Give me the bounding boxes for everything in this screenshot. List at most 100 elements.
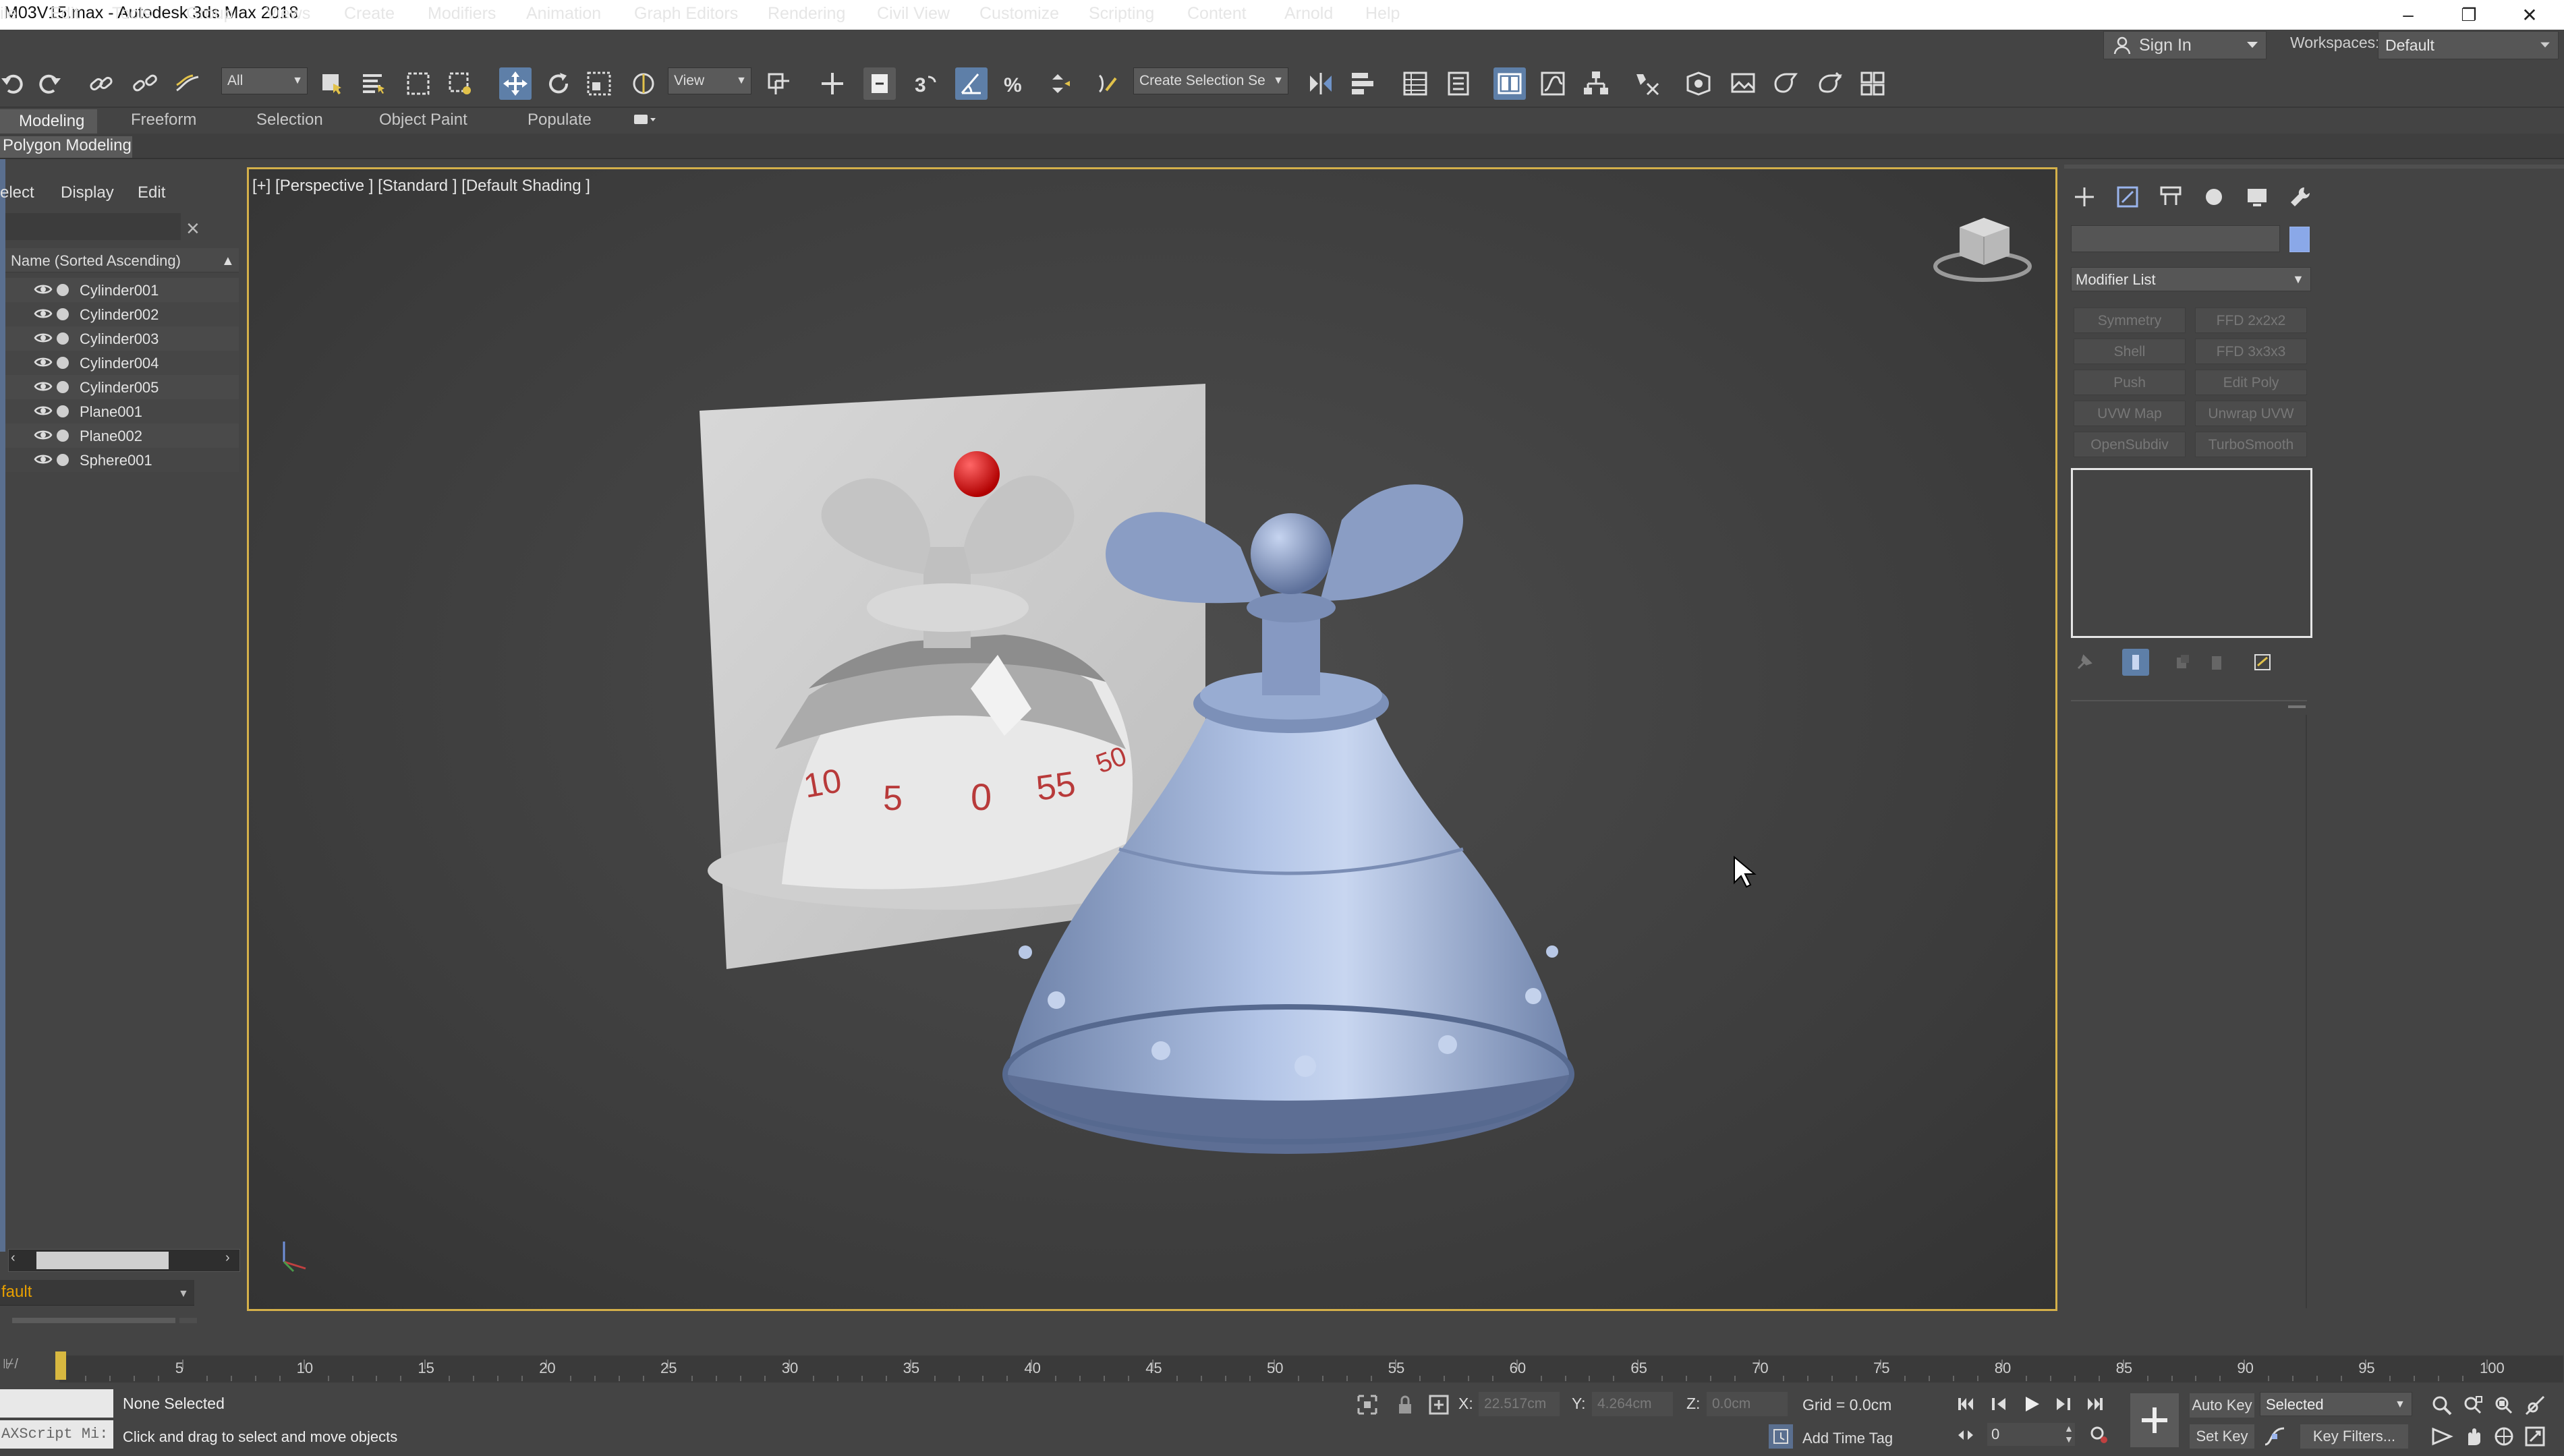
object-name-input[interactable] — [2071, 225, 2280, 252]
next-frame-icon[interactable] — [2051, 1392, 2075, 1416]
orbit-icon[interactable] — [2490, 1423, 2517, 1450]
isolate-selection-icon[interactable] — [1356, 1393, 1380, 1418]
select-object-icon[interactable] — [316, 67, 348, 100]
perspective-viewport[interactable]: 10 5 0 55 50 — [247, 167, 2057, 1311]
tab-selection[interactable]: Selection — [256, 111, 323, 129]
frame-spinner-icon[interactable]: ▲ ▼ — [2064, 1423, 2074, 1445]
restore-button[interactable]: ❐ — [2442, 0, 2496, 30]
list-item[interactable]: Cylinder004 — [5, 351, 239, 375]
list-item[interactable]: Cylinder003 — [5, 326, 239, 351]
selection-lock-icon[interactable] — [1394, 1393, 1418, 1418]
menu-modifiers[interactable]: Modifiers — [428, 4, 496, 24]
modifier-stack[interactable] — [2071, 468, 2312, 638]
key-mode-dropdown[interactable]: Selected — [2260, 1392, 2412, 1416]
mini-curve-editor-icon[interactable]: ⊮/ — [3, 1356, 43, 1382]
viewcube-icon[interactable] — [1933, 218, 2032, 282]
go-to-end-icon[interactable] — [2083, 1392, 2107, 1416]
polygon-modeling-label[interactable]: Polygon Modeling — [0, 136, 132, 158]
close-button[interactable]: ✕ — [2503, 0, 2557, 30]
turbosmooth-button[interactable]: TurboSmooth — [2195, 432, 2307, 457]
timeline-track[interactable] — [59, 1356, 2563, 1382]
schematic-view-icon[interactable] — [1580, 67, 1612, 100]
remove-modifier-icon[interactable] — [2203, 649, 2230, 676]
scroll-left-icon[interactable]: ‹ — [11, 1250, 16, 1266]
ribbon-toggle-icon[interactable] — [1493, 67, 1526, 100]
menu-group[interactable]: Group — [186, 4, 233, 24]
material-editor-icon[interactable] — [1631, 67, 1663, 100]
bind-space-warp-icon[interactable] — [171, 67, 204, 100]
reference-coord-dropdown[interactable]: View ▼ — [668, 67, 751, 94]
menu-animation[interactable]: Animation — [526, 4, 601, 24]
visibility-eye-icon[interactable] — [34, 403, 53, 422]
select-by-name-icon[interactable] — [358, 67, 390, 100]
zoom-icon[interactable] — [2428, 1392, 2455, 1419]
visibility-eye-icon[interactable] — [34, 428, 53, 446]
list-item[interactable]: Cylinder005 — [5, 375, 239, 399]
angle-snap-icon[interactable] — [955, 67, 988, 100]
render-iterative-icon[interactable] — [1815, 67, 1847, 100]
select-rotate-icon[interactable] — [542, 67, 575, 100]
select-move-icon[interactable] — [499, 67, 532, 100]
make-unique-icon[interactable] — [2169, 649, 2196, 676]
scene-explorer-icon[interactable] — [1399, 67, 1431, 100]
close-icon[interactable]: × — [186, 216, 200, 242]
workspace-select[interactable]: Default — [2378, 31, 2559, 59]
pan-view-hand-icon[interactable] — [2459, 1423, 2486, 1450]
sign-in-button[interactable]: Sign In — [2103, 31, 2267, 59]
percent-snap-icon[interactable]: % — [998, 67, 1031, 100]
menu-tools[interactable]: Tools — [112, 4, 151, 24]
sx-menu-select[interactable]: elect — [0, 183, 34, 202]
opensubdiv-button[interactable]: OpenSubdiv — [2074, 432, 2186, 457]
unwrap-uvw-button[interactable]: Unwrap UVW — [2195, 401, 2307, 426]
set-key-button[interactable]: Set Key — [2190, 1424, 2254, 1449]
unlink-icon[interactable] — [128, 67, 161, 100]
link-icon[interactable] — [85, 67, 117, 100]
ffd-3x3x3-button[interactable]: FFD 3x3x3 — [2195, 339, 2307, 364]
zoom-extents-all-icon[interactable] — [2522, 1392, 2548, 1419]
key-filters-button[interactable]: Key Filters... — [2300, 1424, 2408, 1449]
set-keys-button[interactable] — [2130, 1393, 2179, 1447]
menu-views[interactable]: Views — [266, 4, 310, 24]
visibility-eye-icon[interactable] — [34, 379, 53, 398]
uvw-map-button[interactable]: UVW Map — [2074, 401, 2186, 426]
ribbon-options-icon[interactable] — [633, 112, 656, 128]
freeze-dot-icon[interactable] — [57, 357, 69, 369]
freeze-dot-icon[interactable] — [57, 381, 69, 393]
render-setup-icon[interactable] — [1682, 67, 1715, 100]
rendered-frame-icon[interactable] — [1727, 67, 1759, 100]
viewport-label[interactable]: [+] [Perspective ] [Standard ] [Default … — [252, 177, 590, 196]
maxscript-mini-listener[interactable]: AXScript Mi: — [0, 1420, 113, 1449]
tab-freeform[interactable]: Freeform — [131, 111, 196, 129]
render-active-shade-icon[interactable] — [1856, 67, 1889, 100]
menu-file[interactable]: ile — [0, 4, 17, 24]
key-mode-toggle-icon[interactable] — [1954, 1423, 1978, 1447]
scene-search-input[interactable] — [5, 213, 181, 240]
symmetry-button[interactable]: Symmetry — [2074, 308, 2186, 333]
z-coord-field[interactable]: 0.0cm — [1707, 1392, 1788, 1416]
layer-dropdown[interactable]: fault — [0, 1280, 194, 1306]
spinner-snap-icon[interactable] — [1043, 67, 1075, 100]
menu-edit[interactable]: Edit — [50, 4, 79, 24]
menu-civil-view[interactable]: Civil View — [877, 4, 950, 24]
show-end-result-icon[interactable] — [2122, 649, 2149, 676]
window-crossing-icon[interactable] — [444, 67, 476, 100]
use-pivot-icon[interactable] — [762, 67, 795, 100]
menu-graph-editors[interactable]: Graph Editors — [634, 4, 738, 24]
visibility-eye-icon[interactable] — [34, 282, 53, 301]
redo-icon[interactable] — [34, 67, 66, 100]
auto-key-button[interactable]: Auto Key — [2190, 1393, 2254, 1418]
sx-menu-display[interactable]: Display — [61, 183, 114, 202]
freeze-dot-icon[interactable] — [57, 308, 69, 320]
display-tab-icon[interactable] — [2241, 181, 2273, 213]
align-icon[interactable] — [1346, 67, 1379, 100]
menu-help[interactable]: Help — [1365, 4, 1400, 24]
select-place-icon[interactable] — [627, 67, 660, 100]
zoom-extents-icon[interactable] — [2490, 1392, 2517, 1419]
edit-poly-button[interactable]: Edit Poly — [2195, 370, 2307, 395]
object-color-swatch[interactable] — [2289, 227, 2310, 252]
list-item[interactable]: Cylinder002 — [5, 302, 239, 326]
minimize-button[interactable]: – — [2381, 0, 2435, 30]
hierarchy-tab-icon[interactable] — [2155, 181, 2187, 213]
sx-column-header[interactable]: Name (Sorted Ascending) — [5, 248, 239, 272]
edit-named-sets-icon[interactable] — [1091, 67, 1124, 100]
